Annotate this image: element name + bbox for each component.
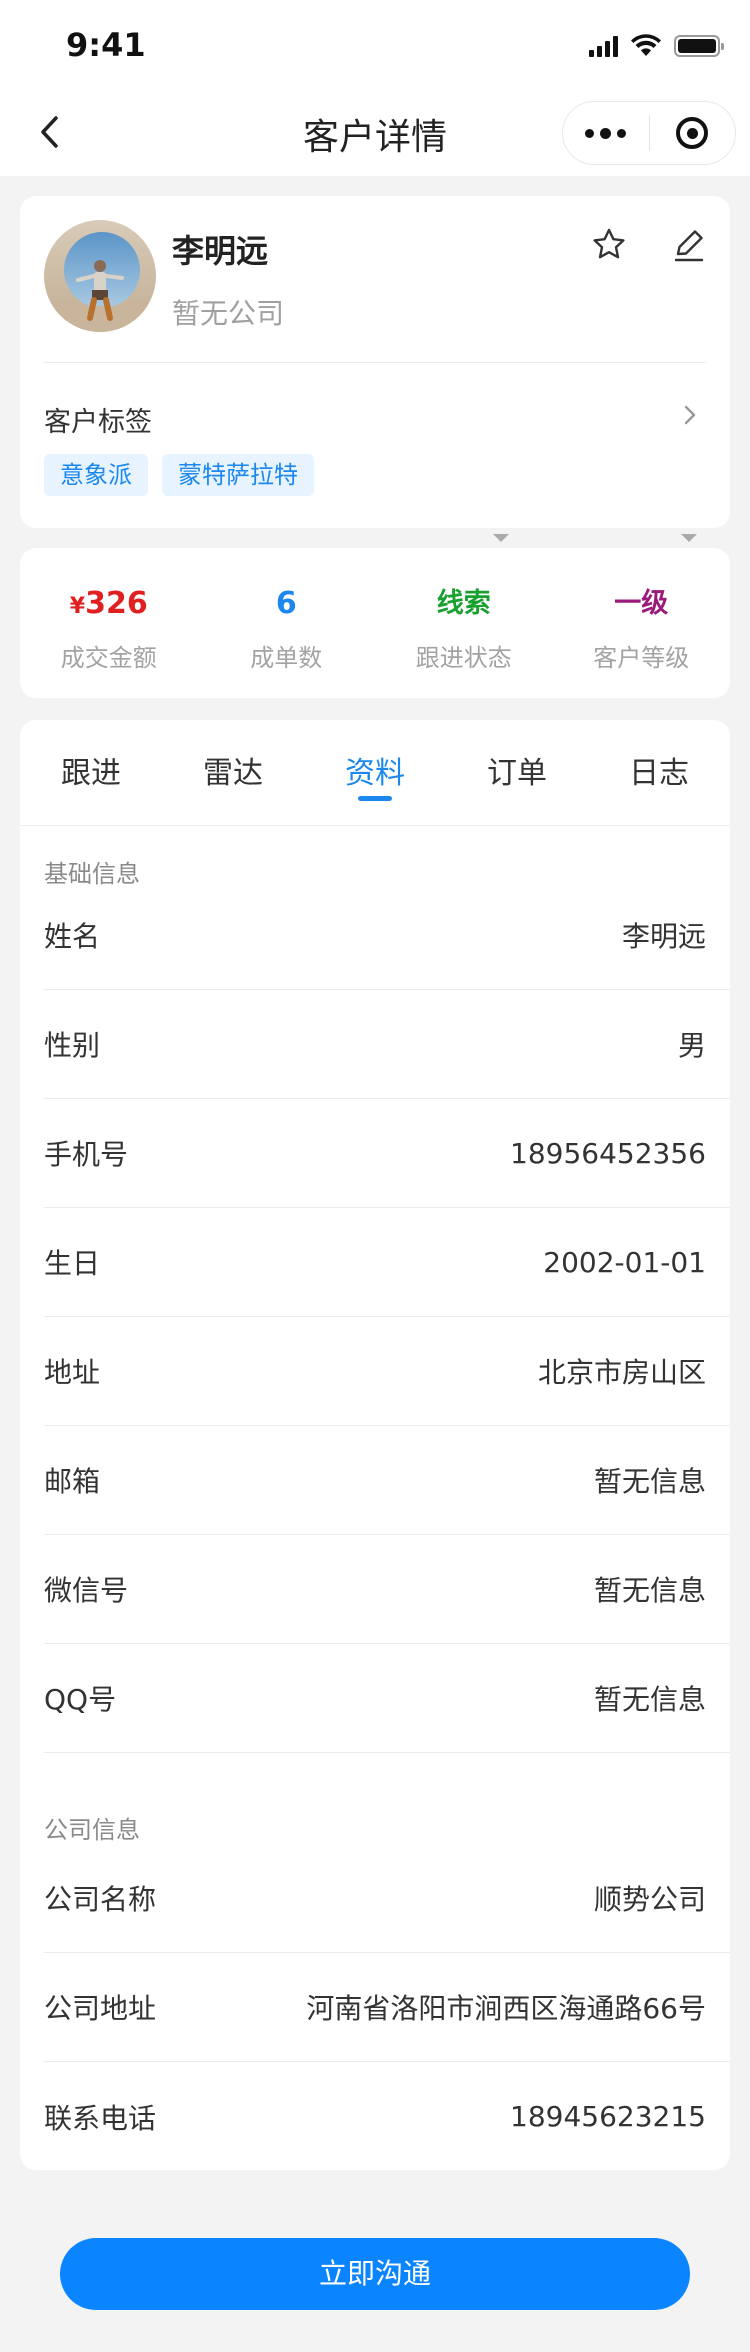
tab-radar[interactable]: 雷达	[162, 720, 304, 825]
edit-icon[interactable]	[670, 226, 708, 264]
row-value: 暂无信息	[593, 1465, 706, 1498]
stat-value: 一级	[614, 588, 669, 619]
row-label: 生日	[44, 1247, 101, 1280]
stat-follow-status[interactable]: 线索 跟进状态	[375, 548, 553, 698]
wifi-icon	[631, 34, 661, 56]
stat-label: 成交金额	[60, 644, 157, 672]
basic-info-list: 姓名 李明远 性别 男 手机号 18956452356 生日 2002-01-0…	[20, 881, 730, 1753]
status-time: 9:41	[66, 26, 146, 64]
info-row-company-phone: 联系电话 18945623215	[44, 2062, 730, 2171]
company-info-list: 公司名称 顺势公司 公司地址 河南省洛阳市涧西区海通路66号 联系电话 1894…	[20, 1844, 730, 2171]
tag-chip[interactable]: 意象派	[44, 454, 148, 496]
profile-card: 李明远 暂无公司 客户标签 意象派 蒙特萨拉特	[20, 196, 730, 528]
tag-chip[interactable]: 蒙特萨拉特	[162, 454, 314, 496]
row-label: 微信号	[44, 1574, 129, 1607]
tab-bar: 跟进 雷达 资料 订单 日志	[20, 720, 730, 826]
status-bar: 9:41	[0, 0, 750, 88]
cellular-signal-icon	[589, 35, 618, 57]
more-icon[interactable]	[563, 127, 649, 139]
row-value: 2002-01-01	[543, 1245, 706, 1279]
status-icons	[589, 32, 724, 60]
stat-label: 客户等级	[593, 644, 690, 672]
row-value: 18945623215	[510, 2100, 706, 2133]
row-label: 联系电话	[44, 2101, 157, 2135]
info-row-email: 邮箱 暂无信息	[44, 1426, 730, 1535]
row-label: 公司名称	[44, 1883, 157, 1916]
mini-program-capsule	[562, 101, 736, 165]
section-title-company: 公司信息	[44, 1816, 140, 1844]
customer-company: 暂无公司	[172, 297, 285, 330]
tags-label: 客户标签	[44, 407, 152, 438]
tab-follow-up[interactable]: 跟进	[20, 720, 162, 825]
dropdown-caret-icon	[681, 534, 697, 542]
row-value: 河南省洛阳市涧西区海通路66号	[306, 1992, 706, 2025]
dropdown-caret-icon	[493, 534, 509, 542]
tab-orders[interactable]: 订单	[446, 720, 588, 825]
close-target-icon[interactable]	[650, 117, 736, 149]
info-row-phone: 手机号 18956452356	[44, 1099, 730, 1208]
tab-profile-info[interactable]: 资料	[304, 720, 446, 825]
stat-label: 成单数	[250, 644, 323, 672]
tab-logs[interactable]: 日志	[588, 720, 730, 825]
stat-order-count[interactable]: 6 成单数	[198, 548, 376, 698]
detail-card: 跟进 雷达 资料 订单 日志 基础信息 姓名 李明远 性别 男 手机号 1895…	[20, 720, 730, 2170]
stat-value: 6	[275, 586, 297, 621]
info-row-birthday: 生日 2002-01-01	[44, 1208, 730, 1317]
tag-list: 意象派 蒙特萨拉特	[44, 454, 314, 496]
battery-icon	[674, 35, 724, 57]
row-label: 手机号	[44, 1138, 129, 1171]
row-label: 性别	[44, 1029, 101, 1062]
stat-label: 跟进状态	[415, 644, 512, 672]
chevron-right-icon[interactable]	[680, 402, 700, 428]
profile-divider	[44, 362, 706, 363]
stat-deal-amount[interactable]: ¥326 成交金额	[20, 548, 198, 698]
row-label: 公司地址	[44, 1992, 157, 2025]
info-row-wechat: 微信号 暂无信息	[44, 1535, 730, 1644]
info-row-company-name: 公司名称 顺势公司	[44, 1844, 730, 1953]
row-value: 顺势公司	[593, 1883, 706, 1916]
stat-value: 线索	[436, 588, 491, 619]
info-row-company-address: 公司地址 河南省洛阳市涧西区海通路66号	[44, 1953, 730, 2062]
row-value: 男	[677, 1029, 706, 1062]
row-value: 李明远	[621, 920, 706, 953]
avatar[interactable]	[44, 220, 156, 332]
row-label: QQ号	[44, 1683, 117, 1716]
row-value: 18956452356	[510, 1136, 706, 1170]
row-label: 地址	[44, 1356, 101, 1389]
row-label: 邮箱	[44, 1465, 101, 1498]
stat-customer-level[interactable]: 一级 客户等级	[553, 548, 731, 698]
stats-card: ¥326 成交金额 6 成单数 线索 跟进状态 一级 客户等级	[20, 548, 730, 698]
row-value: 北京市房山区	[537, 1356, 706, 1389]
row-value: 暂无信息	[593, 1683, 706, 1716]
nav-bar: 客户详情	[0, 88, 750, 176]
info-row-gender: 性别 男	[44, 990, 730, 1099]
info-row-qq: QQ号 暂无信息	[44, 1644, 730, 1753]
row-value: 暂无信息	[593, 1574, 706, 1607]
info-row-address: 地址 北京市房山区	[44, 1317, 730, 1426]
info-row-name: 姓名 李明远	[44, 881, 730, 990]
stat-value: ¥326	[69, 586, 148, 621]
row-label: 姓名	[44, 920, 101, 953]
star-icon[interactable]	[590, 226, 628, 264]
contact-now-button[interactable]: 立即沟通	[60, 2238, 690, 2310]
customer-name: 李明远	[172, 232, 269, 270]
